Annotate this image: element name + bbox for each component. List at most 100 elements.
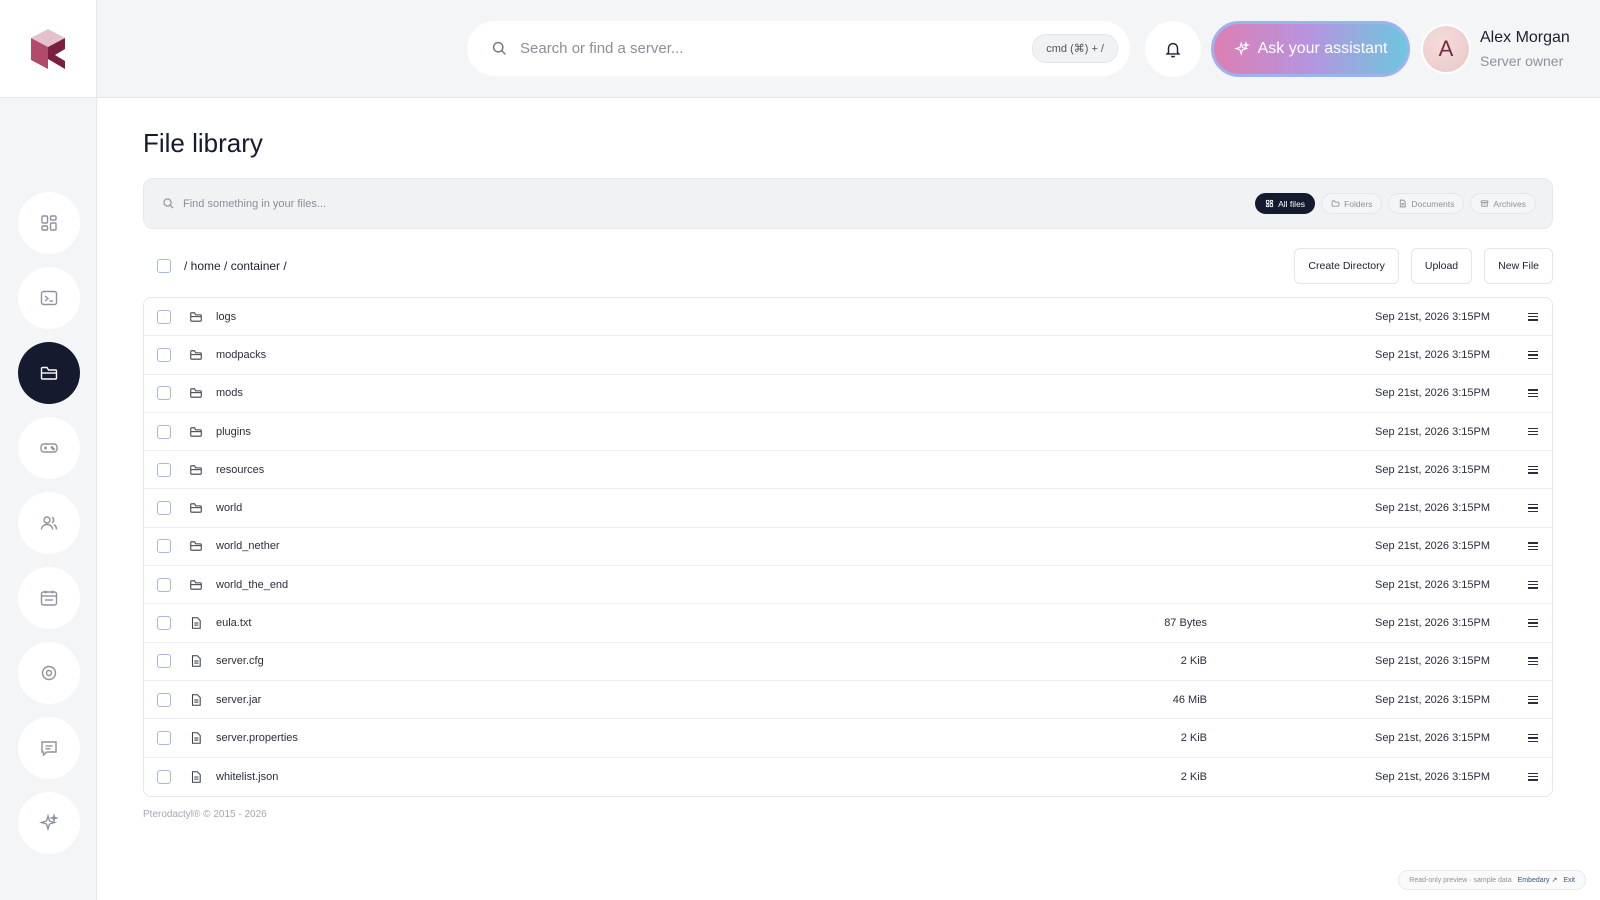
- file-modified-date: Sep 21st, 2026 3:15PM: [1375, 617, 1490, 630]
- topbar: cmd (⌘) + / Ask your assistant A Alex Mo…: [97, 0, 1600, 98]
- logo[interactable]: [0, 0, 96, 98]
- file-row-checkbox[interactable]: [157, 424, 171, 439]
- file-modified-date: Sep 21st, 2026 3:15PM: [1375, 770, 1490, 783]
- main-content: File library All files Folders Documents…: [97, 98, 1600, 900]
- global-search[interactable]: cmd (⌘) + /: [467, 21, 1130, 76]
- exit-preview-link[interactable]: Exit: [1563, 877, 1575, 884]
- sidebar-item-files[interactable]: [18, 342, 80, 404]
- sidebar-nav: [18, 192, 80, 854]
- sidebar-item-users[interactable]: [18, 492, 80, 554]
- filter-documents[interactable]: Documents: [1388, 193, 1465, 214]
- row-menu-icon[interactable]: [1528, 350, 1538, 359]
- sidebar-item-schedules[interactable]: [18, 567, 80, 629]
- folder-icon: [190, 579, 202, 590]
- sidebar-item-dashboard[interactable]: [18, 192, 80, 254]
- filter-archives[interactable]: Archives: [1470, 193, 1536, 214]
- file-row-checkbox[interactable]: [157, 577, 171, 592]
- file-row[interactable]: world_the_end Sep 21st, 2026 3:15PM: [144, 566, 1552, 605]
- preview-banner: Read-only preview · sample data Embedary…: [1398, 870, 1586, 890]
- file-name: server.jar: [216, 693, 262, 706]
- file-row[interactable]: server.jar 46 MiB Sep 21st, 2026 3:15PM: [144, 681, 1552, 720]
- file-search-input[interactable]: [183, 197, 1256, 210]
- file-row[interactable]: whitelist.json 2 KiB Sep 21st, 2026 3:15PM: [144, 758, 1552, 796]
- row-menu-icon[interactable]: [1528, 657, 1538, 666]
- row-menu-icon[interactable]: [1528, 427, 1538, 436]
- folder-icon: [189, 539, 203, 553]
- file-row[interactable]: server.cfg 2 KiB Sep 21st, 2026 3:15PM: [144, 643, 1552, 681]
- file-row-checkbox[interactable]: [157, 730, 171, 745]
- sidebar-item-console[interactable]: [18, 267, 80, 329]
- avatar[interactable]: A: [1423, 26, 1469, 72]
- file-name: plugins: [216, 425, 251, 438]
- file-name: world_the_end: [216, 578, 289, 591]
- file-modified-date: Sep 21st, 2026 3:15PM: [1375, 655, 1490, 668]
- row-menu-icon[interactable]: [1528, 733, 1538, 742]
- file-icon: [189, 616, 203, 630]
- file-size: 2 KiB: [1180, 731, 1207, 744]
- file-row[interactable]: mods Sep 21st, 2026 3:15PM: [144, 375, 1552, 413]
- notifications-button[interactable]: [1145, 21, 1201, 77]
- row-menu-icon[interactable]: [1528, 504, 1538, 513]
- file-modified-date: Sep 21st, 2026 3:15PM: [1375, 693, 1490, 706]
- file-name: resources: [216, 463, 265, 476]
- file-row-checkbox[interactable]: [157, 616, 171, 631]
- file-filter-bar: All files Folders Documents Archives: [143, 178, 1553, 229]
- grid-icon: [41, 215, 57, 231]
- sidebar-item-settings[interactable]: [18, 642, 80, 704]
- breadcrumb[interactable]: / home / container /: [184, 259, 287, 273]
- global-search-input[interactable]: [520, 40, 1033, 57]
- file-row-checkbox[interactable]: [157, 501, 171, 516]
- file-row-checkbox[interactable]: [157, 462, 171, 477]
- preview-link[interactable]: Embedary ↗: [1518, 876, 1558, 884]
- filter-all-files[interactable]: All files: [1255, 193, 1316, 214]
- file-row-checkbox[interactable]: [157, 347, 171, 362]
- file-row-checkbox[interactable]: [157, 769, 171, 784]
- file-row-checkbox[interactable]: [157, 386, 171, 401]
- folder-icon: [189, 386, 203, 400]
- row-menu-icon[interactable]: [1528, 542, 1538, 551]
- row-menu-icon[interactable]: [1528, 772, 1538, 781]
- file-name: mods: [216, 387, 243, 400]
- row-menu-icon[interactable]: [1528, 619, 1538, 627]
- create-directory-button[interactable]: Create Directory: [1294, 248, 1399, 284]
- row-menu-icon[interactable]: [1528, 465, 1538, 474]
- ask-assistant-button[interactable]: Ask your assistant: [1211, 21, 1410, 77]
- file-row[interactable]: world Sep 21st, 2026 3:15PM: [144, 489, 1552, 528]
- row-menu-icon[interactable]: [1528, 695, 1538, 704]
- select-all-checkbox[interactable]: [157, 259, 171, 273]
- sparkles-icon: [1233, 41, 1250, 56]
- upload-button[interactable]: Upload: [1410, 248, 1473, 284]
- new-file-button[interactable]: New File: [1484, 248, 1553, 284]
- file-row[interactable]: plugins Sep 21st, 2026 3:15PM: [144, 413, 1552, 452]
- file-row[interactable]: modpacks Sep 21st, 2026 3:15PM: [144, 336, 1552, 375]
- file-row-checkbox[interactable]: [157, 309, 171, 324]
- file-row[interactable]: eula.txt 87 Bytes Sep 21st, 2026 3:15PM: [144, 604, 1552, 643]
- file-row-checkbox[interactable]: [157, 539, 171, 554]
- ask-assistant-label: Ask your assistant: [1257, 40, 1388, 57]
- file-row[interactable]: resources Sep 21st, 2026 3:15PM: [144, 451, 1552, 490]
- row-menu-icon[interactable]: [1528, 389, 1538, 398]
- file-row[interactable]: world_nether Sep 21st, 2026 3:15PM: [144, 528, 1552, 567]
- gamepad-icon: [40, 443, 58, 453]
- file-row[interactable]: logs Sep 21st, 2026 3:15PM: [144, 298, 1552, 337]
- file-modified-date: Sep 21st, 2026 3:15PM: [1375, 387, 1490, 400]
- sidebar-item-games[interactable]: [18, 417, 80, 479]
- file-row-checkbox[interactable]: [157, 692, 171, 707]
- file-name: world_nether: [216, 540, 280, 553]
- file-modified-date: Sep 21st, 2026 3:15PM: [1375, 578, 1490, 591]
- row-menu-icon[interactable]: [1528, 580, 1538, 589]
- filter-all-files-label: All files: [1278, 198, 1306, 209]
- file-icon: [191, 655, 201, 668]
- row-menu-icon[interactable]: [1528, 312, 1538, 321]
- filter-folders[interactable]: Folders: [1321, 193, 1383, 214]
- sidebar-item-ai[interactable]: [18, 792, 80, 854]
- file-size: 46 MiB: [1172, 693, 1207, 706]
- file-icon: [189, 654, 203, 668]
- file-row[interactable]: server.properties 2 KiB Sep 21st, 2026 3:1…: [144, 719, 1552, 758]
- folder-icon: [190, 426, 202, 437]
- sidebar-item-messages[interactable]: [18, 717, 80, 779]
- folder-icon: [1331, 200, 1340, 207]
- file-size: 2 KiB: [1180, 770, 1207, 783]
- directory-toolbar: / home / container / Create Directory Up…: [143, 248, 1553, 284]
- file-row-checkbox[interactable]: [157, 654, 171, 669]
